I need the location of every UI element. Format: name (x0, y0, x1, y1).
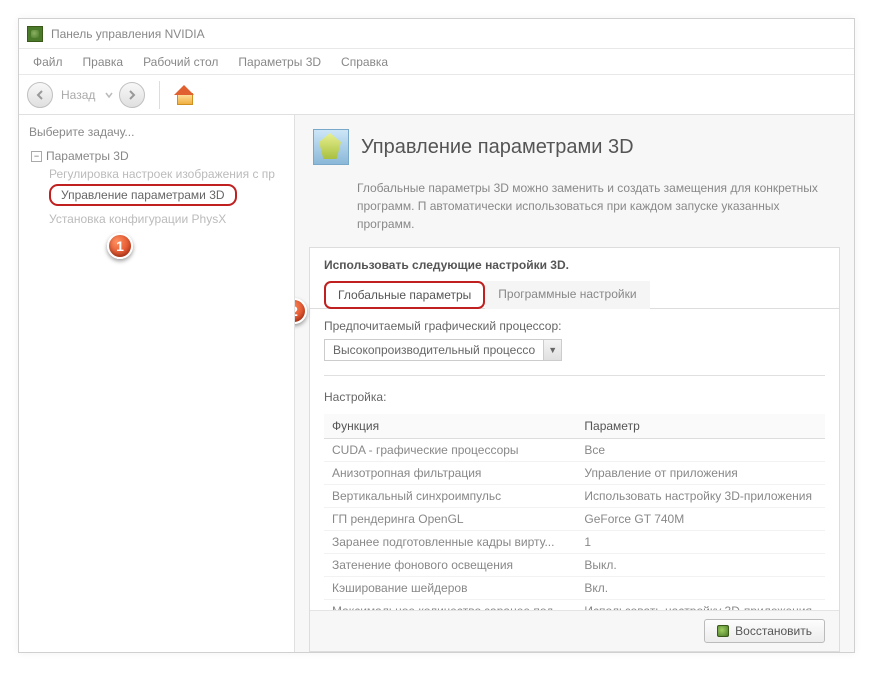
gpu-value: Высокопроизводительный процессо (325, 343, 543, 357)
tabs: Глобальные параметры Программные настрой… (310, 280, 839, 309)
table-row[interactable]: Анизотропная фильтрацияУправление от при… (324, 462, 825, 485)
forward-button[interactable] (119, 82, 145, 108)
window-title: Панель управления NVIDIA (51, 27, 205, 41)
gpu-label: Предпочитаемый графический процессор: (324, 319, 825, 333)
tree-item-manage-3d[interactable]: Управление параметрами 3D (49, 184, 237, 206)
menubar: Файл Правка Рабочий стол Параметры 3D Сп… (19, 49, 854, 75)
gpu-select[interactable]: Высокопроизводительный процессо ▼ (324, 339, 562, 361)
cell-parameter: Все (576, 439, 825, 462)
cell-parameter: Выкл. (576, 554, 825, 577)
panel-title: Использовать следующие настройки 3D. (310, 248, 839, 280)
settings-table-wrap: Функция Параметр CUDA - графические проц… (324, 414, 825, 610)
content-header: Управление параметрами 3D (295, 115, 854, 175)
gpu-section: Предпочитаемый графический процессор: Вы… (310, 309, 839, 371)
body: Выберите задачу... − Параметры 3D Регули… (19, 115, 854, 652)
cell-parameter: 1 (576, 531, 825, 554)
settings-label: Настройка: (324, 390, 825, 404)
settings-label-section: Настройка: (310, 380, 839, 414)
cell-parameter: GeForce GT 740M (576, 508, 825, 531)
table-row[interactable]: Вертикальный синхроимпульсИспользовать н… (324, 485, 825, 508)
nvidia-dot-icon (717, 625, 729, 637)
nav-separator (159, 81, 160, 109)
nvidia-icon (27, 26, 43, 42)
col-parameter[interactable]: Параметр (576, 414, 825, 439)
sidebar-title: Выберите задачу... (25, 125, 288, 139)
cell-function: Затенение фонового освещения (324, 554, 576, 577)
tree: − Параметры 3D Регулировка настроек изоб… (25, 147, 288, 228)
tree-item-physx[interactable]: Установка конфигурации PhysX (49, 210, 288, 228)
table-row[interactable]: ГП рендеринга OpenGLGeForce GT 740M (324, 508, 825, 531)
tab-global[interactable]: Глобальные параметры (324, 281, 485, 309)
tree-root-label: Параметры 3D (46, 149, 129, 163)
cell-function: Анизотропная фильтрация (324, 462, 576, 485)
cell-parameter: Управление от приложения (576, 462, 825, 485)
annotation-marker-1: 1 (107, 233, 133, 259)
page-icon (313, 129, 349, 165)
cell-parameter: Использовать настройку 3D-приложения (576, 485, 825, 508)
cell-function: Заранее подготовленные кадры вирту... (324, 531, 576, 554)
menu-3d[interactable]: Параметры 3D (230, 52, 329, 72)
menu-file[interactable]: Файл (25, 52, 71, 72)
menu-desktop[interactable]: Рабочий стол (135, 52, 226, 72)
annotation-marker-2: 2 (295, 298, 307, 324)
restore-button[interactable]: Восстановить (704, 619, 825, 643)
panel-footer: Восстановить (310, 610, 839, 651)
cell-parameter: Использовать настройку 3D-приложения (576, 600, 825, 611)
cell-parameter: Вкл. (576, 577, 825, 600)
home-icon[interactable] (174, 85, 196, 105)
cell-function: ГП рендеринга OpenGL (324, 508, 576, 531)
restore-label: Восстановить (735, 624, 812, 638)
titlebar: Панель управления NVIDIA (19, 19, 854, 49)
settings-panel: Использовать следующие настройки 3D. Гло… (309, 247, 840, 652)
content-pane: Управление параметрами 3D Глобальные пар… (295, 115, 854, 652)
divider (324, 375, 825, 376)
table-row[interactable]: Кэширование шейдеровВкл. (324, 577, 825, 600)
menu-help[interactable]: Справка (333, 52, 396, 72)
back-button[interactable] (27, 82, 53, 108)
page-description: Глобальные параметры 3D можно заменить и… (295, 175, 854, 247)
page-title: Управление параметрами 3D (361, 136, 634, 159)
table-row[interactable]: CUDA - графические процессорыВсе (324, 439, 825, 462)
sidebar: Выберите задачу... − Параметры 3D Регули… (19, 115, 295, 652)
tree-root[interactable]: − Параметры 3D (31, 147, 288, 165)
tree-item-image-adjust[interactable]: Регулировка настроек изображения с пр (49, 165, 288, 183)
cell-function: Вертикальный синхроимпульс (324, 485, 576, 508)
app-window: Панель управления NVIDIA Файл Правка Раб… (18, 18, 855, 653)
menu-edit[interactable]: Правка (75, 52, 132, 72)
chevron-down-icon[interactable]: ▼ (543, 340, 561, 360)
navbar: Назад (19, 75, 854, 115)
collapse-icon[interactable]: − (31, 151, 42, 162)
col-function[interactable]: Функция (324, 414, 576, 439)
cell-function: Кэширование шейдеров (324, 577, 576, 600)
cell-function: CUDA - графические процессоры (324, 439, 576, 462)
table-row[interactable]: Заранее подготовленные кадры вирту...1 (324, 531, 825, 554)
settings-table: Функция Параметр CUDA - графические проц… (324, 414, 825, 610)
chevron-down-icon[interactable] (105, 91, 113, 99)
back-label: Назад (61, 88, 95, 102)
cell-function: Максимальное количество заранее под... (324, 600, 576, 611)
table-row[interactable]: Максимальное количество заранее под...Ис… (324, 600, 825, 611)
tab-program[interactable]: Программные настройки (485, 281, 649, 309)
table-row[interactable]: Затенение фонового освещенияВыкл. (324, 554, 825, 577)
